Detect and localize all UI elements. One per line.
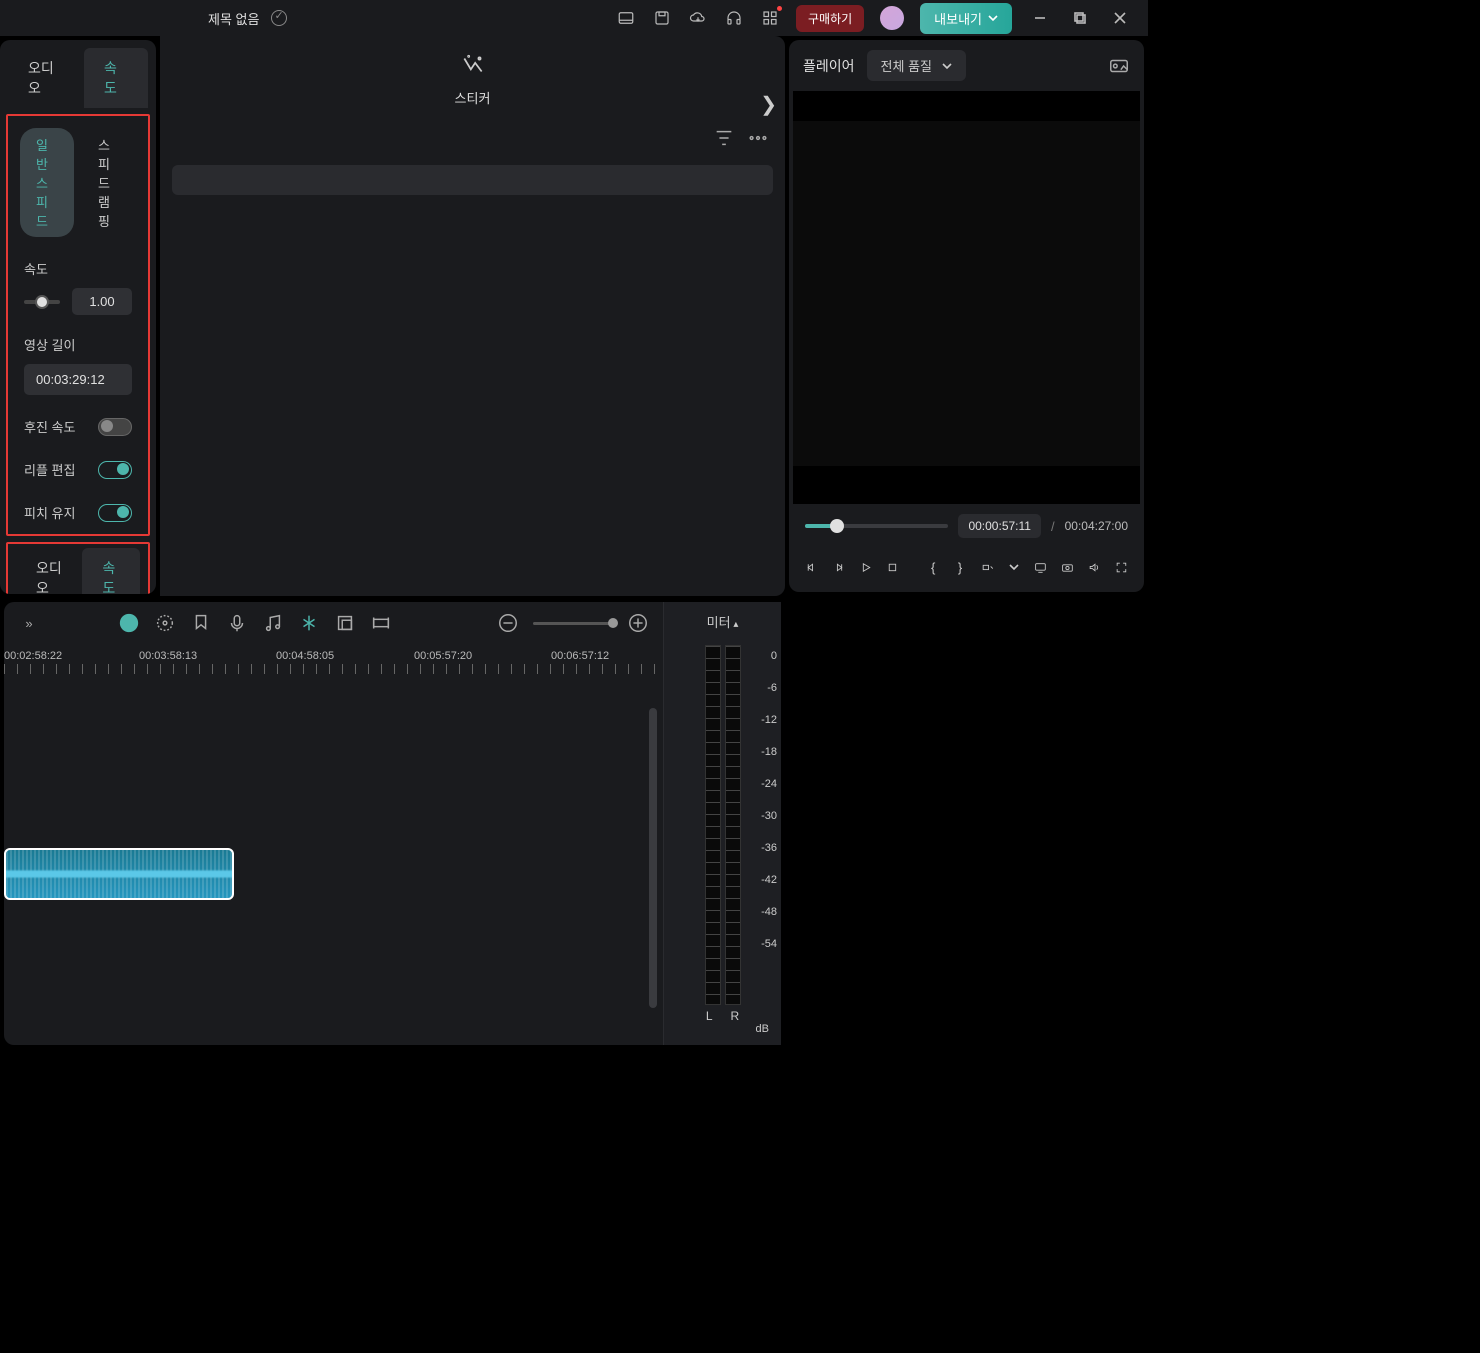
ripple-edit-toggle[interactable] [98, 461, 132, 479]
sync-status-icon [271, 10, 287, 26]
meter-bar-left [705, 645, 721, 1005]
tab-audio-2[interactable]: 오디오 [16, 548, 82, 594]
save-icon[interactable] [648, 4, 676, 32]
meter-r-label: R [731, 1009, 740, 1023]
reverse-speed-toggle[interactable] [98, 418, 132, 436]
play-button[interactable] [859, 556, 872, 578]
zoom-slider[interactable] [533, 622, 613, 625]
clip-options-button[interactable] [981, 556, 994, 578]
total-time: 00:04:27:00 [1065, 519, 1128, 533]
speed-slider[interactable] [24, 300, 60, 304]
progress-slider[interactable] [805, 524, 948, 528]
zoom-out-button[interactable] [497, 612, 519, 634]
db-unit: dB [672, 1023, 773, 1035]
effects-icon[interactable] [154, 612, 176, 634]
apps-icon[interactable] [756, 4, 784, 32]
snapshot-button[interactable] [1061, 556, 1074, 578]
tab-speed[interactable]: 속도 [84, 48, 148, 108]
music-icon[interactable] [262, 612, 284, 634]
duration-label: 영상 길이 [24, 335, 132, 354]
timeline-scrollbar[interactable] [649, 708, 657, 1008]
buy-button[interactable]: 구매하기 [796, 5, 864, 32]
headphones-icon[interactable] [720, 4, 748, 32]
next-frame-button[interactable] [832, 556, 845, 578]
compare-icon[interactable] [1108, 55, 1130, 77]
split-icon[interactable] [298, 612, 320, 634]
ripple-edit-label: 리플 편집 [24, 460, 75, 479]
timeline-tracks[interactable] [4, 678, 663, 998]
speed-panel-highlight: 일반 스피드 스피드 램핑 속도 1.00 영상 길이 00:03:29:12 … [6, 114, 150, 536]
audio-clip[interactable] [4, 848, 234, 900]
tab-speed-2[interactable]: 속도 [82, 548, 140, 594]
marker-icon[interactable] [190, 612, 212, 634]
project-title: 제목 없음 [208, 9, 259, 28]
timeline-ruler[interactable]: 00:02:58:22 00:03:58:13 00:04:58:05 00:0… [4, 644, 663, 678]
media-sidebar: 스티커 ❯ [160, 36, 785, 596]
db-scale: 0 -6 -12 -18 -24 -30 -36 -42 -48 -54 [761, 650, 777, 950]
meter-l-label: L [706, 1009, 713, 1023]
volume-button[interactable] [1088, 556, 1101, 578]
range-icon[interactable] [370, 612, 392, 634]
reverse-speed-label: 후진 속도 [24, 417, 75, 436]
current-time[interactable]: 00:00:57:11 [958, 514, 1041, 538]
chevron-down-icon[interactable] [1007, 556, 1020, 578]
pitch-keep-label: 피치 유지 [24, 503, 75, 522]
speed-label: 속도 [24, 259, 132, 278]
prev-frame-button[interactable] [805, 556, 818, 578]
close-button[interactable] [1100, 4, 1140, 32]
export-label: 내보내기 [934, 9, 982, 28]
stop-button[interactable] [886, 556, 899, 578]
search-input[interactable] [172, 165, 773, 195]
fullscreen-button[interactable] [1115, 556, 1128, 578]
subtab-normal-speed[interactable]: 일반 스피드 [20, 128, 74, 237]
minimize-button[interactable] [1020, 4, 1060, 32]
quality-select[interactable]: 전체 품질 [867, 50, 966, 81]
player-title: 플레이어 [803, 56, 855, 76]
ai-icon[interactable] [118, 612, 140, 634]
voiceover-icon[interactable] [226, 612, 248, 634]
duration-input[interactable]: 00:03:29:12 [24, 364, 132, 395]
time-separator: / [1051, 519, 1055, 534]
properties-panel: 오디오 속도 일반 스피드 스피드 램핑 속도 1.00 영상 길이 00:03… [0, 40, 156, 594]
filter-icon[interactable] [713, 127, 735, 149]
layout-icon[interactable] [612, 4, 640, 32]
mark-in-button[interactable]: { [927, 556, 940, 578]
player-panel: 플레이어 전체 품질 00:00:57:11 / 00:04:27:00 [789, 40, 1144, 592]
ramping-panel-highlight: 오디오 속도 일반 스피드 스피드 램핑 없음 사용자 정의 몽타주 [6, 542, 150, 594]
pitch-keep-toggle[interactable] [98, 504, 132, 522]
mark-out-button[interactable]: } [954, 556, 967, 578]
tab-audio[interactable]: 오디오 [8, 48, 84, 108]
display-icon[interactable] [1034, 556, 1047, 578]
timeline-panel: » 00:02:58:22 00:03:58:13 00:04:58:05 [4, 602, 781, 1045]
crop-icon[interactable] [334, 612, 356, 634]
collapse-icon[interactable]: » [18, 612, 40, 634]
meter-title[interactable]: 미터 [672, 612, 773, 631]
meter-bar-right [725, 645, 741, 1005]
maximize-button[interactable] [1060, 4, 1100, 32]
subtab-speed-ramping[interactable]: 스피드 램핑 [82, 128, 136, 237]
sticker-icon[interactable] [168, 52, 777, 84]
expand-sidebar-icon[interactable]: ❯ [760, 92, 777, 117]
audio-meter: 미터 0 -6 -12 -18 -24 -30 -36 -42 -48 -54 … [663, 602, 781, 1045]
user-avatar[interactable] [880, 6, 904, 30]
export-button[interactable]: 내보내기 [920, 3, 1012, 34]
zoom-in-button[interactable] [627, 612, 649, 634]
sticker-tab-label[interactable]: 스티커 [168, 88, 777, 107]
speed-value-input[interactable]: 1.00 [72, 288, 132, 315]
more-icon[interactable] [747, 127, 769, 149]
video-preview[interactable] [793, 91, 1140, 504]
cloud-download-icon[interactable] [684, 4, 712, 32]
